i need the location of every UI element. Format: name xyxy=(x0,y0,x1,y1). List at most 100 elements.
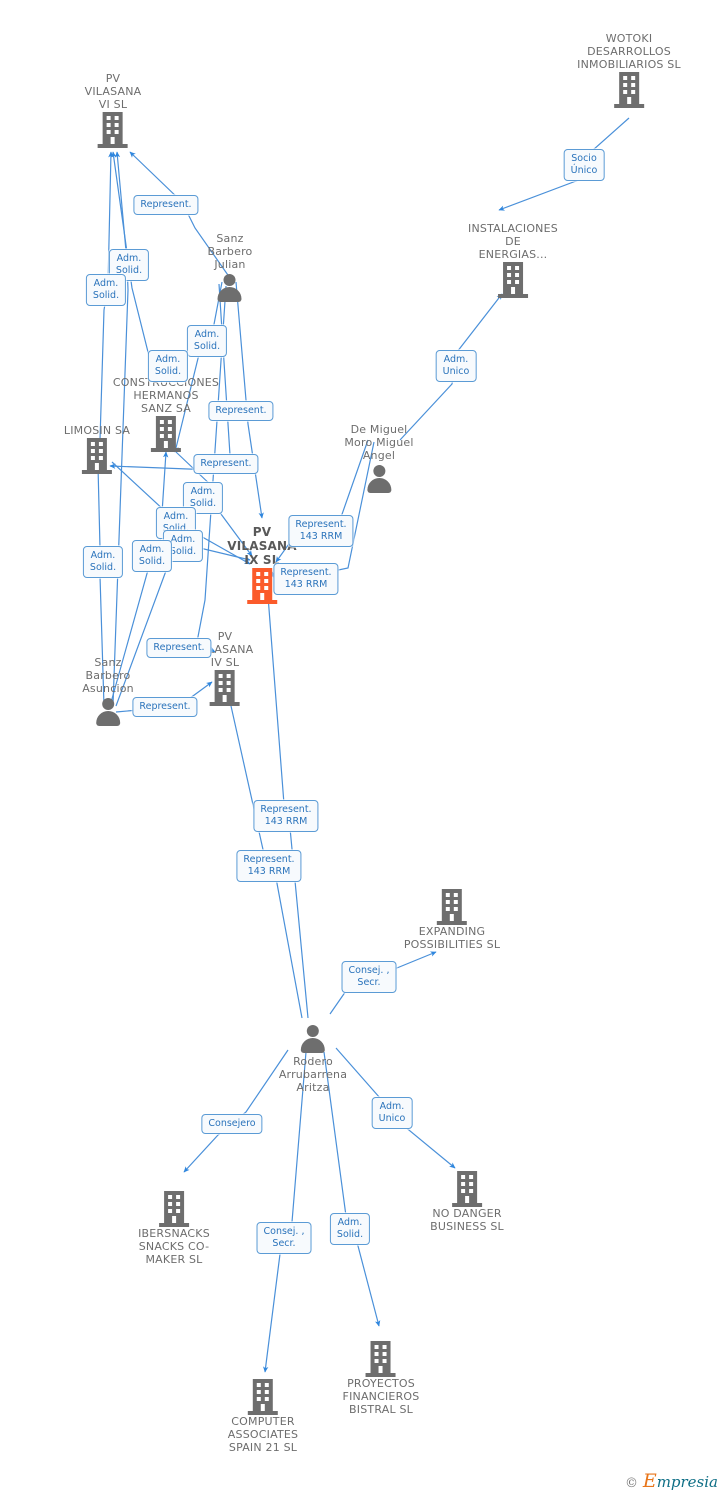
relationship-label[interactable]: Represent. 143 RRM xyxy=(236,850,302,882)
graph-node-ibersnacks[interactable]: IBERSNACKS SNACKS CO- MAKER SL xyxy=(138,1190,210,1266)
node-label: LIMOSIN SA xyxy=(63,424,131,437)
relationship-label-line: Socio xyxy=(571,153,597,164)
relationship-label-line: Consejero xyxy=(208,1118,256,1129)
relationship-label-line: Adm. xyxy=(139,544,165,555)
company-building-icon xyxy=(98,112,128,148)
node-label: INSTALACIONES DE ENERGIAS... xyxy=(468,222,558,261)
relationship-label-line: Adm. xyxy=(163,511,189,522)
relationship-label-line: Adm. xyxy=(190,486,216,497)
node-label: PROYECTOS FINANCIEROS BISTRAL SL xyxy=(342,1377,420,1416)
relationship-label-line: Adm. xyxy=(116,253,142,264)
relationship-label[interactable]: Adm. Unico xyxy=(371,1097,413,1129)
relationship-label-line: Adm. xyxy=(379,1101,405,1112)
relationship-label-line: Represent. xyxy=(200,458,252,469)
graph-node-sanzjulian[interactable]: Sanz Barbero Julian xyxy=(208,232,253,304)
person-icon xyxy=(364,463,394,495)
company-building-icon xyxy=(437,889,467,925)
relationship-label[interactable]: Consej. , Secr. xyxy=(256,1222,312,1254)
relationship-edge xyxy=(263,1051,307,1373)
relationship-label[interactable]: Represent. xyxy=(133,195,199,215)
graph-node-sanzasun[interactable]: Sanz Barbero Asuncion xyxy=(82,656,134,728)
relationship-label[interactable]: Represent. 143 RRM xyxy=(273,563,339,595)
relationship-label[interactable]: Represent. xyxy=(208,401,274,421)
relationship-label-line: Único xyxy=(570,165,598,176)
relationship-label-line: Secr. xyxy=(357,977,381,988)
relationship-label-line: Represent. xyxy=(139,701,191,712)
relationship-label-line: Solid. xyxy=(154,366,182,377)
relationship-label[interactable]: Adm. Solid. xyxy=(186,325,228,357)
relationship-label-line: Adm. xyxy=(443,354,469,365)
node-label: Rodero Arrubarrena Aritza xyxy=(278,1055,348,1094)
relationship-label-line: Adm. xyxy=(155,354,181,365)
graph-node-limosin[interactable]: LIMOSIN SA xyxy=(64,424,130,474)
relationship-label-line: 143 RRM xyxy=(299,531,343,542)
graph-node-demiguel[interactable]: De Miguel Moro Miguel Angel xyxy=(344,423,413,495)
company-building-icon xyxy=(210,670,240,706)
relationship-label-line: Solid. xyxy=(336,1229,364,1240)
graph-node-instal[interactable]: INSTALACIONES DE ENERGIAS... xyxy=(468,222,558,298)
relationship-edge xyxy=(235,281,264,519)
graph-node-nodanger[interactable]: NO DANGER BUSINESS SL xyxy=(430,1170,504,1233)
relationship-label-line: Represent. xyxy=(260,804,312,815)
relationship-label-line: Consej. , xyxy=(263,1226,305,1237)
relationship-label[interactable]: Represent. xyxy=(193,454,259,474)
relationship-label[interactable]: Represent. 143 RRM xyxy=(288,515,354,547)
relationship-edge xyxy=(183,1049,289,1173)
company-building-icon xyxy=(498,262,528,298)
graph-node-expanding[interactable]: EXPANDING POSSIBILITIES SL xyxy=(404,888,500,951)
relationship-label-line: Unico xyxy=(442,366,470,377)
company-building-icon xyxy=(159,1191,189,1227)
relationship-label-line: Secr. xyxy=(272,1238,296,1249)
relationship-label-line: Adm. xyxy=(170,534,196,545)
relationship-label-line: Represent. xyxy=(215,405,267,416)
company-building-icon xyxy=(452,1171,482,1207)
graph-node-pv6[interactable]: PV VILASANA VI SL xyxy=(85,72,142,148)
relationship-label-line: Solid. xyxy=(92,290,120,301)
relationship-label[interactable]: Adm. Solid. xyxy=(329,1213,371,1245)
relationship-label[interactable]: Represent. xyxy=(132,697,198,717)
relationship-label-line: Adm. xyxy=(194,329,220,340)
relationship-label[interactable]: Consej. , Secr. xyxy=(341,961,397,993)
node-label: De Miguel Moro Miguel Angel xyxy=(344,423,414,462)
relationship-label-line: Solid. xyxy=(193,341,221,352)
company-building-icon xyxy=(614,72,644,108)
relationship-label[interactable]: Represent. 143 RRM xyxy=(253,800,319,832)
company-building-icon xyxy=(365,1341,396,1377)
relationship-label[interactable]: Socio Único xyxy=(563,149,605,181)
node-label: EXPANDING POSSIBILITIES SL xyxy=(403,925,501,951)
relationship-label-line: Unico xyxy=(378,1113,406,1124)
relationship-label[interactable]: Represent. xyxy=(146,638,212,658)
relationship-label[interactable]: Adm. Solid. xyxy=(131,540,173,572)
relationship-label-line: Solid. xyxy=(138,556,166,567)
graph-node-rodero[interactable]: Rodero Arrubarrena Aritza xyxy=(279,1022,347,1094)
relationship-graph: PV VILASANA VI SL WOTOKI DESARROLLOS INMOBILI… xyxy=(0,0,728,1500)
person-icon xyxy=(298,1023,328,1055)
relationship-label-line: Represent. xyxy=(140,199,192,210)
company-building-icon xyxy=(150,416,181,452)
company-building-icon xyxy=(248,1379,278,1415)
relationship-label-line: Adm. xyxy=(93,278,119,289)
graph-node-wotoki[interactable]: WOTOKI DESARROLLOS INMOBILIARIOS SL xyxy=(577,32,681,108)
relationship-label-line: Represent. xyxy=(153,642,205,653)
relationship-label-line: 143 RRM xyxy=(264,816,308,827)
relationship-label[interactable]: Adm. Unico xyxy=(435,350,477,382)
edge-layer xyxy=(95,117,630,1373)
relationship-label-line: 143 RRM xyxy=(284,579,328,590)
relationship-label-line: Represent. xyxy=(243,854,295,865)
node-label: PV VILASANA IX SL xyxy=(227,525,297,567)
node-label: PV VILASANA VI SL xyxy=(84,72,142,111)
watermark: © Empresia xyxy=(625,1470,718,1492)
relationship-label-line: Solid. xyxy=(89,562,117,573)
relationship-label-line: Adm. xyxy=(337,1217,363,1228)
company-building-icon xyxy=(82,438,112,474)
brand-name: mpresia xyxy=(656,1473,718,1491)
node-label: WOTOKI DESARROLLOS INMOBILIARIOS SL xyxy=(577,32,681,71)
relationship-label[interactable]: Adm. Solid. xyxy=(85,274,127,306)
relationship-label-line: Represent. xyxy=(295,519,347,530)
relationship-label[interactable]: Adm. Solid. xyxy=(82,546,124,578)
graph-node-proyectos[interactable]: PROYECTOS FINANCIEROS BISTRAL SL xyxy=(343,1340,420,1416)
graph-node-computer[interactable]: COMPUTER ASSOCIATES SPAIN 21 SL xyxy=(228,1378,298,1454)
relationship-label[interactable]: Adm. Solid. xyxy=(147,350,189,382)
node-label: Sanz Barbero Asuncion xyxy=(82,656,134,695)
relationship-label[interactable]: Consejero xyxy=(201,1114,263,1134)
